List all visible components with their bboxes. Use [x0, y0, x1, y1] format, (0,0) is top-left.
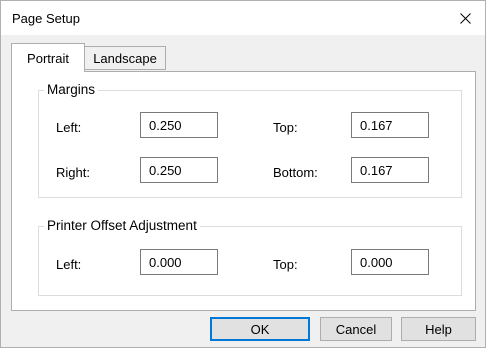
- margin-bottom-input[interactable]: [351, 157, 429, 183]
- title-bar: Page Setup: [1, 1, 485, 35]
- margin-left-input[interactable]: [140, 112, 218, 138]
- offset-top-input[interactable]: [351, 249, 429, 275]
- margin-top-input[interactable]: [351, 112, 429, 138]
- printer-offset-group-title: Printer Offset Adjustment: [44, 218, 200, 233]
- margin-bottom-label: Bottom:: [273, 165, 318, 180]
- margin-right-label: Right:: [56, 165, 90, 180]
- offset-left-label: Left:: [56, 257, 82, 272]
- cancel-button[interactable]: Cancel: [320, 317, 392, 341]
- margins-group: Margins Left: Top: Right: Bottom:: [38, 82, 462, 198]
- printer-offset-group: Printer Offset Adjustment Left: Top:: [38, 218, 462, 296]
- margins-group-title: Margins: [44, 82, 99, 97]
- window-title: Page Setup: [12, 11, 80, 26]
- tab-panel-portrait: Margins Left: Top: Right: Bottom: Printe…: [11, 71, 476, 311]
- tab-landscape[interactable]: Landscape: [84, 46, 166, 70]
- offset-left-input[interactable]: [140, 249, 218, 275]
- help-button[interactable]: Help: [401, 317, 476, 341]
- ok-button[interactable]: OK: [210, 317, 310, 341]
- margin-top-label: Top:: [273, 120, 298, 135]
- close-icon: [459, 12, 471, 24]
- margin-left-label: Left:: [56, 120, 82, 135]
- page-setup-dialog: Page Setup Portrait Landscape Margins Le…: [0, 0, 486, 348]
- tab-portrait[interactable]: Portrait: [11, 43, 85, 72]
- margin-right-input[interactable]: [140, 157, 218, 183]
- close-button[interactable]: [445, 1, 485, 35]
- offset-top-label: Top:: [273, 257, 298, 272]
